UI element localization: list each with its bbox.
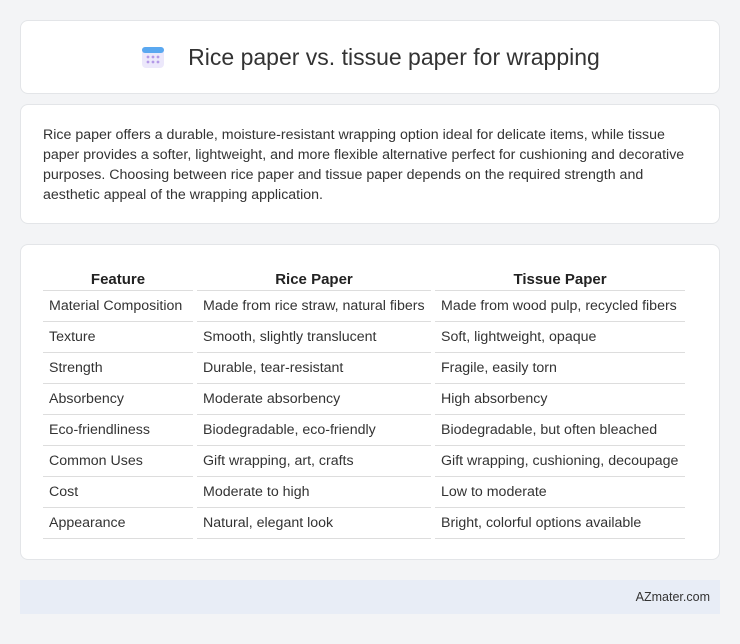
- table-row: Material Composition Made from rice stra…: [43, 291, 685, 322]
- table-cell: High absorbency: [435, 384, 685, 415]
- table-cell: Smooth, slightly translucent: [197, 322, 431, 353]
- table-cell: Moderate absorbency: [197, 384, 431, 415]
- table-cell: Common Uses: [43, 446, 193, 477]
- table-row: Cost Moderate to high Low to moderate: [43, 477, 685, 508]
- table-cell: Gift wrapping, art, crafts: [197, 446, 431, 477]
- footer-brand: AZmater.com: [635, 590, 710, 604]
- table-cell: Durable, tear-resistant: [197, 353, 431, 384]
- table-row: Eco-friendliness Biodegradable, eco-frie…: [43, 415, 685, 446]
- column-header-feature: Feature: [43, 265, 193, 291]
- table-cell: Fragile, easily torn: [435, 353, 685, 384]
- table-cell: Material Composition: [43, 291, 193, 322]
- column-header-rice-paper: Rice Paper: [197, 265, 431, 291]
- footer-bar: AZmater.com: [20, 580, 720, 614]
- table-cell: Made from rice straw, natural fibers: [197, 291, 431, 322]
- table-cell: Made from wood pulp, recycled fibers: [435, 291, 685, 322]
- table-cell: Natural, elegant look: [197, 508, 431, 539]
- table-cell: Cost: [43, 477, 193, 508]
- table-row: Appearance Natural, elegant look Bright,…: [43, 508, 685, 539]
- table-cell: Low to moderate: [435, 477, 685, 508]
- table-row: Common Uses Gift wrapping, art, crafts G…: [43, 446, 685, 477]
- table-cell: Strength: [43, 353, 193, 384]
- table-row: Texture Smooth, slightly translucent Sof…: [43, 322, 685, 353]
- table-cell: Gift wrapping, cushioning, decoupage: [435, 446, 685, 477]
- table-cell: Biodegradable, but often bleached: [435, 415, 685, 446]
- comparison-table: Feature Rice Paper Tissue Paper Material…: [39, 265, 689, 539]
- calendar-icon: [142, 47, 165, 68]
- page-title: Rice paper vs. tissue paper for wrapping: [188, 43, 600, 70]
- table-header-row: Feature Rice Paper Tissue Paper: [43, 265, 685, 291]
- comparison-card: Feature Rice Paper Tissue Paper Material…: [20, 244, 720, 560]
- table-cell: Moderate to high: [197, 477, 431, 508]
- intro-card: Rice paper offers a durable, moisture-re…: [20, 104, 720, 224]
- table-cell: Soft, lightweight, opaque: [435, 322, 685, 353]
- table-cell: Biodegradable, eco-friendly: [197, 415, 431, 446]
- table-cell: Appearance: [43, 508, 193, 539]
- table-cell: Texture: [43, 322, 193, 353]
- table-cell: Bright, colorful options available: [435, 508, 685, 539]
- intro-text: Rice paper offers a durable, moisture-re…: [43, 127, 685, 203]
- table-row: Strength Durable, tear-resistant Fragile…: [43, 353, 685, 384]
- table-cell: Absorbency: [43, 384, 193, 415]
- column-header-tissue-paper: Tissue Paper: [435, 265, 685, 291]
- table-row: Absorbency Moderate absorbency High abso…: [43, 384, 685, 415]
- table-cell: Eco-friendliness: [43, 415, 193, 446]
- title-card: Rice paper vs. tissue paper for wrapping: [20, 20, 720, 94]
